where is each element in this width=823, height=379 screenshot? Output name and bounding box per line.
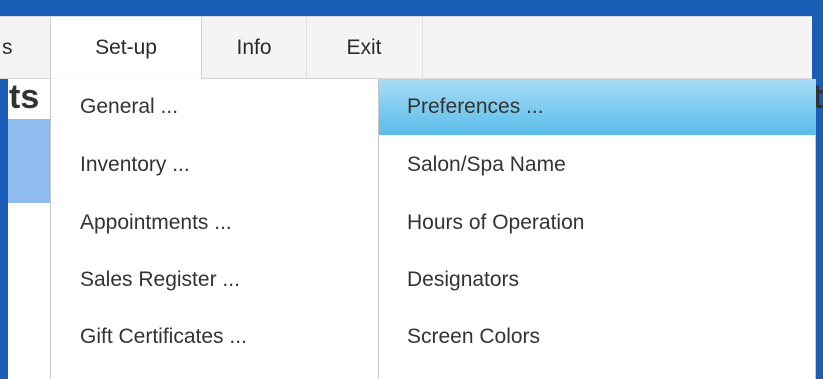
submenu-item-salon-spa-name[interactable]: Salon/Spa Name xyxy=(379,137,816,193)
menubar: s Set-up Info Exit xyxy=(0,17,812,79)
setup-dropdown-menu: General ... Inventory ... Appointments .… xyxy=(50,79,378,379)
background-heading-fragment-left: ts xyxy=(9,78,40,116)
setup-menu-item-gift-certificates[interactable]: Gift Certificates ... xyxy=(80,309,247,365)
menu-item-partial[interactable]: s xyxy=(0,17,26,79)
app-window: s Set-up Info Exit ts t General ... Inve… xyxy=(0,0,823,379)
submenu-item-preferences[interactable]: Preferences ... xyxy=(379,79,816,135)
setup-menu-item-sales-register[interactable]: Sales Register ... xyxy=(80,252,240,308)
menu-item-exit[interactable]: Exit xyxy=(306,17,422,79)
setup-menu-item-inventory[interactable]: Inventory ... xyxy=(80,137,190,193)
menu-item-setup[interactable]: Set-up xyxy=(50,17,202,79)
menu-item-info[interactable]: Info xyxy=(202,17,306,79)
setup-menu-item-appointments[interactable]: Appointments ... xyxy=(80,195,232,251)
menu-divider xyxy=(422,17,423,79)
general-submenu: Preferences ... Salon/Spa Name Hours of … xyxy=(378,79,816,379)
submenu-item-designators[interactable]: Designators xyxy=(379,252,816,308)
submenu-item-hours-of-operation[interactable]: Hours of Operation xyxy=(379,195,816,251)
submenu-item-screen-colors[interactable]: Screen Colors xyxy=(379,309,816,365)
setup-menu-item-general[interactable]: General ... xyxy=(80,79,178,135)
